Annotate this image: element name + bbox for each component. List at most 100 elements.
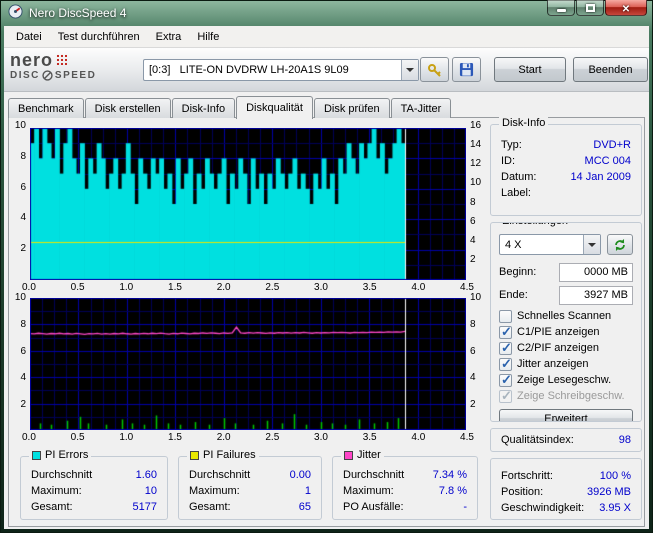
- menu-item-datei[interactable]: Datei: [8, 28, 50, 46]
- y-axis-label: 10: [470, 177, 482, 189]
- speed-select[interactable]: 4 X: [499, 234, 601, 255]
- refresh-button[interactable]: [607, 234, 633, 255]
- y-axis-label: 6: [470, 345, 476, 357]
- advanced-button[interactable]: Erweitert: [499, 409, 633, 421]
- nero-dots-icon: [56, 54, 68, 65]
- tab-disk-pruefen[interactable]: Disk prüfen: [313, 98, 390, 118]
- status-row: Fortschritt: 100 %: [491, 468, 641, 484]
- titlebar: Nero DiscSpeed 4: [0, 0, 653, 26]
- tabstrip: Benchmark Disk erstellen Disk-Info Diskq…: [8, 96, 452, 119]
- drive-selector[interactable]: [0:3] LITE-ON DVDRW LH-20A1S 9L09: [143, 59, 419, 81]
- disk-info-row: Datum: 14 Jan 2009: [491, 169, 641, 185]
- checkbox-c1-pie[interactable]: C1/PIE anzeigen: [499, 324, 633, 340]
- checkbox-c2-pif[interactable]: C2/PIF anzeigen: [499, 340, 633, 356]
- tab-disk-erstellen[interactable]: Disk erstellen: [84, 98, 171, 118]
- checkbox-schnelles-scannen[interactable]: Schnelles Scannen: [499, 308, 633, 324]
- einstellungen-groupbox: Einstellungen 4 X Beginn: Ende: Schnelle…: [490, 222, 642, 422]
- disk-id-value: MCC 004: [584, 155, 631, 167]
- checkbox-icon: [499, 356, 512, 372]
- bottom-chart-left-axis: 10 8 6 4 2: [8, 292, 26, 410]
- stat-row: Durchschnitt 1.60: [31, 469, 157, 481]
- begin-input[interactable]: [559, 262, 633, 282]
- y-axis-label: 6: [20, 181, 26, 193]
- y-axis-label: 4: [20, 372, 26, 384]
- top-chart-right-axis: 16 14 12 10 8 6 4 2: [470, 120, 490, 265]
- menu-item-extra[interactable]: Extra: [148, 28, 190, 46]
- menu-item-hilfe[interactable]: Hilfe: [189, 28, 227, 46]
- speed-select-dropdown-button[interactable]: [583, 235, 600, 254]
- checkbox-icon: [499, 372, 512, 388]
- checkbox-jitter[interactable]: Jitter anzeigen: [499, 356, 633, 372]
- pi-errors-chart: [30, 128, 466, 280]
- y-axis-label: 4: [20, 212, 26, 224]
- x-axis-label: 0.5: [70, 432, 85, 443]
- stat-row: Maximum: 10: [31, 485, 157, 497]
- app-window: Nero DiscSpeed 4 Datei Test durchführen …: [0, 0, 653, 533]
- checkbox-lesegeschw[interactable]: Zeige Lesegeschw.: [499, 372, 633, 388]
- checkbox-icon: [499, 324, 512, 340]
- x-axis-label: 1.5: [168, 282, 182, 293]
- pi-errors-legend-icon: [32, 450, 41, 460]
- y-axis-label: 10: [14, 120, 26, 131]
- y-axis-label: 12: [470, 158, 482, 170]
- y-axis-label: 10: [470, 292, 482, 303]
- disk-label-label: Label:: [501, 187, 531, 199]
- y-axis-label: 10: [14, 292, 26, 303]
- menu-item-test-durchfuehren[interactable]: Test durchführen: [50, 28, 148, 46]
- speed-select-value: 4 X: [505, 238, 522, 251]
- speedometer-icon: [42, 70, 53, 81]
- quit-button[interactable]: Beenden: [573, 57, 648, 82]
- x-axis-label: 3.0: [314, 432, 328, 443]
- status-row: Geschwindigkeit: 3.95 X: [491, 500, 641, 516]
- maximize-button[interactable]: [576, 0, 604, 16]
- drive-selector-dropdown-button[interactable]: [401, 60, 418, 80]
- tab-diskqualitaet[interactable]: Diskqualität: [236, 96, 313, 119]
- jitter-legend-icon: [344, 450, 353, 460]
- bottom-chart-right-axis: 10 8 6 4 2: [470, 292, 490, 410]
- einstellungen-caption: Einstellungen: [499, 223, 572, 227]
- nero-discspeed-logo: nero DISC SPEED: [10, 51, 138, 88]
- minimize-button[interactable]: [547, 0, 575, 16]
- y-axis-label: 16: [470, 120, 482, 131]
- drive-selector-value: [0:3] LITE-ON DVDRW LH-20A1S 9L09: [149, 64, 349, 76]
- fortschritt-label: Fortschritt:: [501, 470, 553, 482]
- disk-info-row: Label:: [491, 185, 641, 201]
- x-axis-label: 4.0: [411, 282, 426, 293]
- checkbox-icon: [499, 309, 512, 323]
- pi-failures-groupbox: PI Failures Durchschnitt 0.00 Maximum: 1 G…: [178, 449, 322, 520]
- close-button[interactable]: [605, 0, 647, 16]
- x-axis-label: 1.5: [168, 432, 182, 443]
- save-button[interactable]: [452, 57, 481, 82]
- disk-datum-value: 14 Jan 2009: [570, 171, 631, 183]
- tab-benchmark[interactable]: Benchmark: [8, 98, 84, 118]
- disk-typ-label: Typ:: [501, 139, 522, 151]
- x-axis-label: 2.5: [265, 282, 280, 293]
- status-row: Position: 3926 MB: [491, 484, 641, 500]
- chevron-down-icon: [406, 68, 414, 72]
- y-axis-label: 8: [470, 318, 476, 330]
- x-axis-label: 3.0: [314, 282, 328, 293]
- stat-row: Durchschnitt 0.00: [189, 469, 311, 481]
- geschwindigkeit-label: Geschwindigkeit:: [501, 502, 585, 514]
- ende-label: Ende:: [499, 289, 528, 301]
- pi-failures-caption: PI Failures: [187, 449, 259, 461]
- geschwindigkeit-value: 3.95 X: [599, 502, 631, 514]
- y-axis-label: 2: [470, 253, 476, 265]
- disk-info-row: Typ: DVD+R: [491, 137, 641, 153]
- beginn-label: Beginn:: [499, 266, 537, 278]
- start-button[interactable]: Start: [494, 57, 566, 82]
- y-axis-label: 2: [470, 399, 476, 410]
- y-axis-label: 8: [20, 150, 26, 162]
- end-input[interactable]: [559, 285, 633, 305]
- toolbar: nero DISC SPEED [0:3] LITE-ON DVDRW LH-2…: [4, 48, 649, 92]
- tab-disk-info[interactable]: Disk-Info: [171, 98, 236, 118]
- x-axis-label: 0.5: [70, 282, 85, 293]
- y-axis-label: 8: [470, 196, 476, 208]
- x-axis-label: 3.5: [362, 432, 377, 443]
- options-button[interactable]: [420, 57, 449, 82]
- tab-ta-jitter[interactable]: TA-Jitter: [390, 98, 452, 118]
- window-title: Nero DiscSpeed 4: [29, 6, 127, 20]
- jitter-caption: Jitter: [341, 449, 384, 461]
- status-groupbox: Fortschritt: 100 % Position: 3926 MB Gesch…: [490, 458, 642, 520]
- stat-row: Gesamt: 5177: [31, 501, 157, 513]
